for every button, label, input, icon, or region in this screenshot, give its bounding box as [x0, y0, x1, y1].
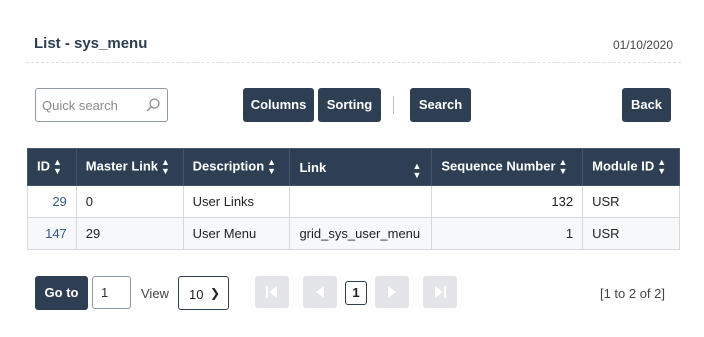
prev-page-button[interactable] — [303, 276, 337, 308]
column-header-id[interactable]: ID ▲ ▼ — [27, 148, 77, 186]
column-header-label: ID — [37, 158, 50, 174]
column-header-label: Module ID — [592, 158, 655, 174]
record-count-info: [1 to 2 of 2] — [599, 286, 665, 301]
search-button[interactable]: Search — [410, 88, 471, 122]
prev-page-icon — [316, 286, 324, 298]
cell-sequence-number: 1 — [431, 217, 584, 250]
cell-description: User Menu — [182, 217, 291, 250]
quick-search-input[interactable] — [42, 96, 142, 114]
last-page-button[interactable] — [423, 276, 457, 308]
cell-master-link: 0 — [75, 185, 184, 218]
column-header-label: Master Link — [85, 158, 159, 174]
last-page-icon — [435, 286, 446, 298]
table-row: 29 0 User Links 132 USR — [27, 185, 680, 218]
column-header-sequence-number[interactable]: Sequence Number ▲ ▼ — [431, 148, 584, 186]
column-header-module-id[interactable]: Module ID ▲ ▼ — [582, 148, 680, 186]
goto-page-input[interactable] — [92, 276, 131, 309]
cell-master-link: 29 — [75, 217, 184, 250]
column-header-label: Description — [192, 158, 265, 174]
cell-sequence-number: 132 — [431, 185, 584, 218]
record-link[interactable]: 147 — [37, 226, 67, 241]
cell-description: User Links — [182, 185, 291, 218]
sorting-button[interactable]: Sorting — [318, 88, 381, 122]
cell-id[interactable]: 29 — [27, 185, 77, 218]
goto-button[interactable]: Go to — [35, 276, 88, 310]
first-page-button[interactable] — [255, 276, 289, 308]
cell-link: grid_sys_user_menu — [289, 217, 433, 250]
column-header-master-link[interactable]: Master Link ▲ ▼ — [75, 148, 184, 186]
sort-icon[interactable]: ▲ ▼ — [657, 158, 666, 176]
data-grid: ID ▲ ▼ Master Link ▲ ▼ Description ▲ ▼ Link ▲ ▼ … — [27, 148, 680, 250]
next-page-icon — [388, 286, 396, 298]
sort-icon[interactable]: ▲ ▼ — [53, 158, 62, 176]
current-page-button[interactable]: 1 — [345, 281, 367, 305]
first-page-icon — [266, 286, 277, 298]
sort-icon[interactable]: ▲ ▼ — [161, 158, 170, 176]
cell-module-id: USR — [582, 217, 680, 250]
search-icon[interactable] — [145, 97, 161, 113]
column-header-description[interactable]: Description ▲ ▼ — [182, 148, 291, 186]
view-label: View — [141, 286, 169, 301]
chevron-down-icon: ❯ — [209, 286, 220, 300]
columns-button[interactable]: Columns — [243, 88, 314, 122]
cell-module-id: USR — [582, 185, 680, 218]
toolbar: Columns Sorting Search Back — [35, 88, 681, 123]
column-header-label: Link — [299, 159, 327, 175]
pagination: Go to View 10 ❯ 1 [1 to 2 of 2] — [35, 276, 681, 310]
sort-icon[interactable]: ▲ ▼ — [267, 158, 276, 176]
cell-link — [289, 185, 433, 218]
quick-search-box[interactable] — [35, 88, 168, 122]
page-header: List - sys_menu 01/10/2020 — [26, 30, 681, 63]
page-title: List - sys_menu — [34, 35, 148, 52]
page-size-select[interactable]: 10 ❯ — [178, 276, 229, 310]
column-header-label: Sequence Number — [441, 158, 556, 174]
sort-icon[interactable]: ▲ ▼ — [559, 158, 568, 176]
record-link[interactable]: 29 — [37, 194, 66, 209]
header-row: ID ▲ ▼ Master Link ▲ ▼ Description ▲ ▼ Link ▲ ▼ … — [27, 148, 680, 186]
table-row: 147 29 User Menu grid_sys_user_menu 1 US… — [27, 217, 680, 250]
next-page-button[interactable] — [375, 276, 409, 308]
page-date: 01/10/2020 — [612, 38, 673, 52]
page-size-value: 10 — [189, 287, 204, 302]
sort-icon[interactable]: ▲ ▼ — [412, 162, 421, 180]
toolbar-separator — [393, 96, 394, 114]
column-header-link[interactable]: Link ▲ ▼ — [289, 148, 433, 186]
back-button[interactable]: Back — [622, 88, 671, 122]
cell-id[interactable]: 147 — [27, 217, 77, 250]
